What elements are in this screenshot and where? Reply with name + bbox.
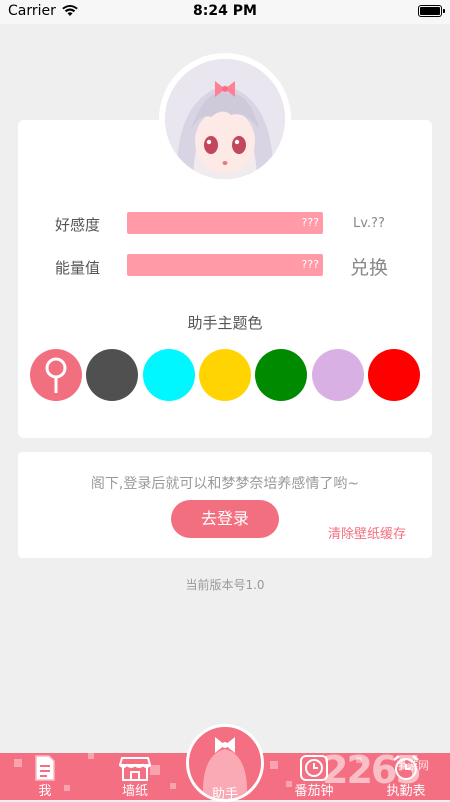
tab-wallpaper-label: 墙纸 [121, 784, 148, 799]
watermark-subtitle: 手游网 [396, 759, 429, 772]
tab-wallpaper[interactable]: 墙纸 [105, 754, 165, 800]
clock: 8:24 PM [193, 3, 257, 19]
tab-assistant[interactable]: 助手 [186, 724, 264, 802]
document-icon [35, 755, 55, 781]
tab-me-label: 我 [38, 784, 52, 799]
login-button[interactable]: 去登录 [171, 500, 279, 538]
status-bar: Carrier 8:24 PM [0, 0, 450, 24]
favor-value: ??? [301, 216, 319, 229]
selected-pin-icon [45, 357, 67, 393]
favor-label: 好感度 [55, 216, 101, 234]
theme-color-swatch[interactable] [86, 349, 139, 401]
theme-color-swatch[interactable] [198, 349, 251, 401]
theme-color-swatch[interactable] [311, 349, 364, 401]
login-prompt: 阁下,登录后就可以和梦梦奈培养感情了哟~ [90, 476, 360, 492]
theme-color-swatch[interactable] [142, 349, 195, 401]
clear-wallpaper-cache-link[interactable]: 清除壁纸缓存 [328, 523, 406, 542]
store-icon [119, 757, 151, 781]
battery-icon [418, 5, 445, 17]
exchange-button[interactable]: 兑换 [350, 253, 388, 280]
energy-value: ??? [301, 258, 319, 271]
energy-label: 能量值 [55, 259, 101, 277]
theme-color-title: 助手主题色 [187, 314, 263, 332]
energy-bar: ??? [127, 254, 323, 276]
favor-bar: ??? [127, 212, 323, 234]
theme-color-swatch[interactable] [367, 349, 420, 401]
version-label: 当前版本号1.0 [185, 578, 265, 592]
tab-me[interactable]: 我 [15, 754, 75, 800]
avatar[interactable] [159, 53, 291, 185]
avatar-image [165, 59, 285, 179]
favor-level: Lv.?? [353, 216, 385, 231]
theme-color-swatch[interactable] [255, 349, 308, 401]
theme-color-swatch[interactable] [30, 349, 82, 401]
